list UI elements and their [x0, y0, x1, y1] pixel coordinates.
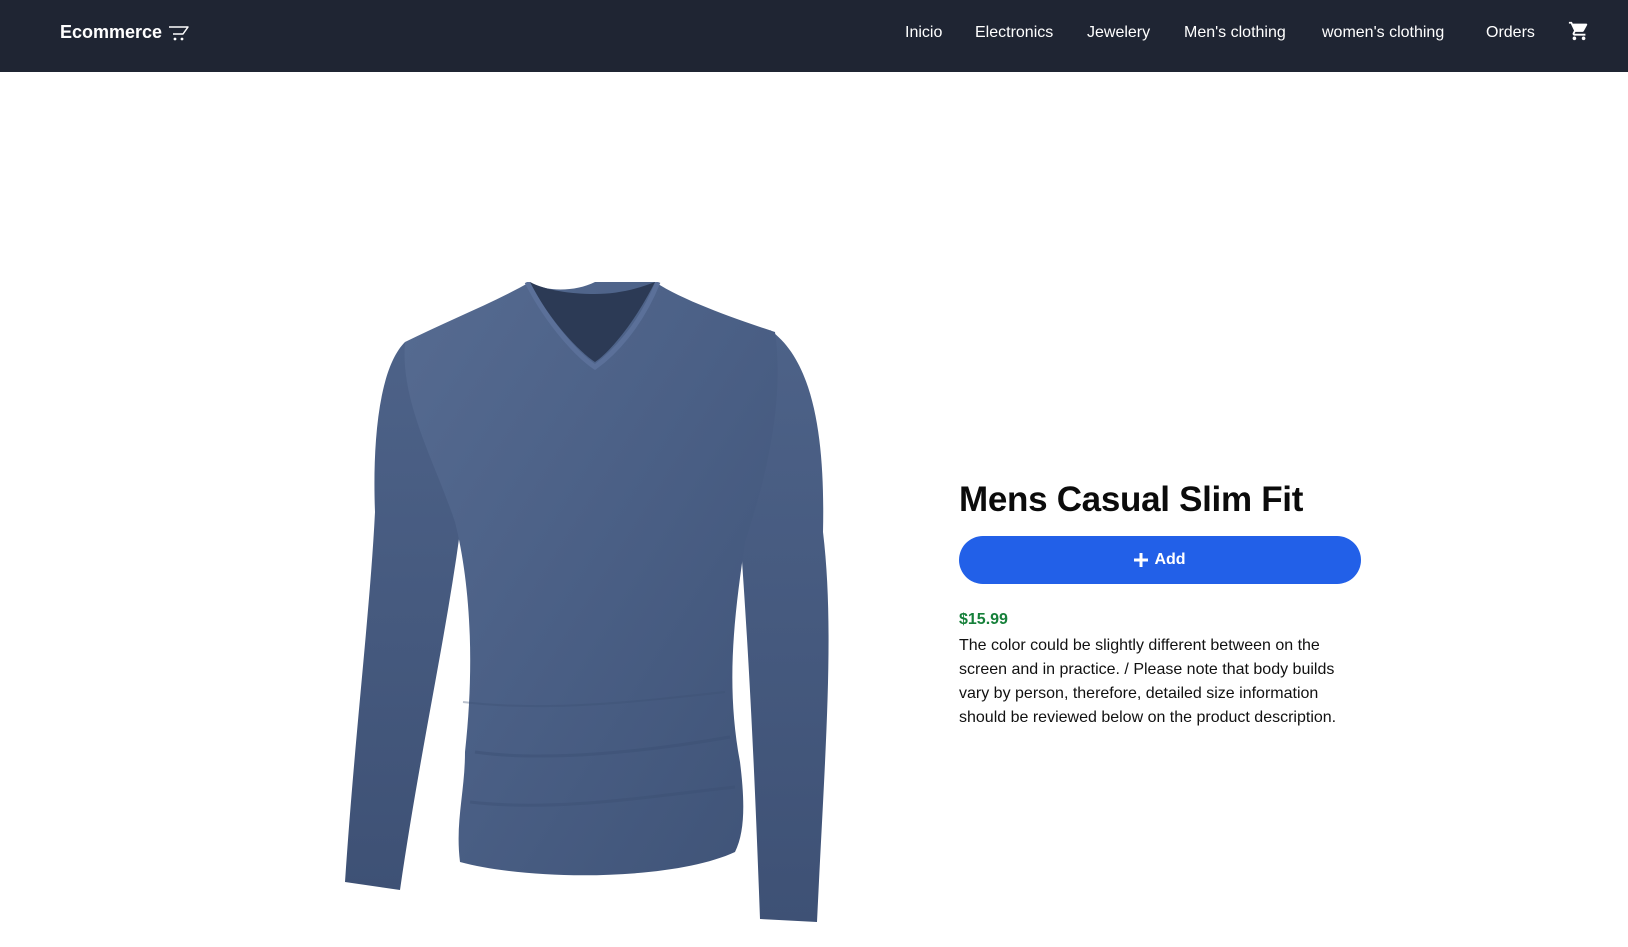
nav-link-mens-clothing[interactable]: Men's clothing	[1184, 24, 1286, 42]
nav-link-jewelery[interactable]: Jewelery	[1087, 24, 1150, 42]
shopping-cart-icon	[1568, 21, 1588, 41]
nav-link-orders[interactable]: Orders	[1486, 24, 1535, 42]
nav-links: Inicio Electronics Jewelery Men's clothi…	[0, 24, 1628, 48]
long-sleeve-tshirt-illustration	[345, 280, 829, 922]
product-price: $15.99	[959, 611, 1008, 628]
product-title: Mens Casual Slim Fit	[959, 480, 1304, 519]
add-to-cart-button[interactable]: Add	[959, 536, 1361, 584]
cart-button[interactable]	[1568, 20, 1590, 42]
plus-icon	[1134, 553, 1149, 567]
nav-link-inicio[interactable]: Inicio	[905, 24, 942, 42]
product-description: The color could be slightly different be…	[959, 637, 1337, 726]
top-navbar: Ecommerce Inicio Electronics Jewelery Me…	[0, 0, 1628, 72]
add-button-label: Add	[1154, 551, 1186, 568]
product-info: Mens Casual Slim Fit Add $15.99 The colo…	[959, 478, 1361, 746]
nav-link-electronics[interactable]: Electronics	[975, 24, 1053, 42]
product-image	[345, 280, 855, 924]
nav-link-womens-clothing[interactable]: women's clothing	[1322, 24, 1444, 42]
